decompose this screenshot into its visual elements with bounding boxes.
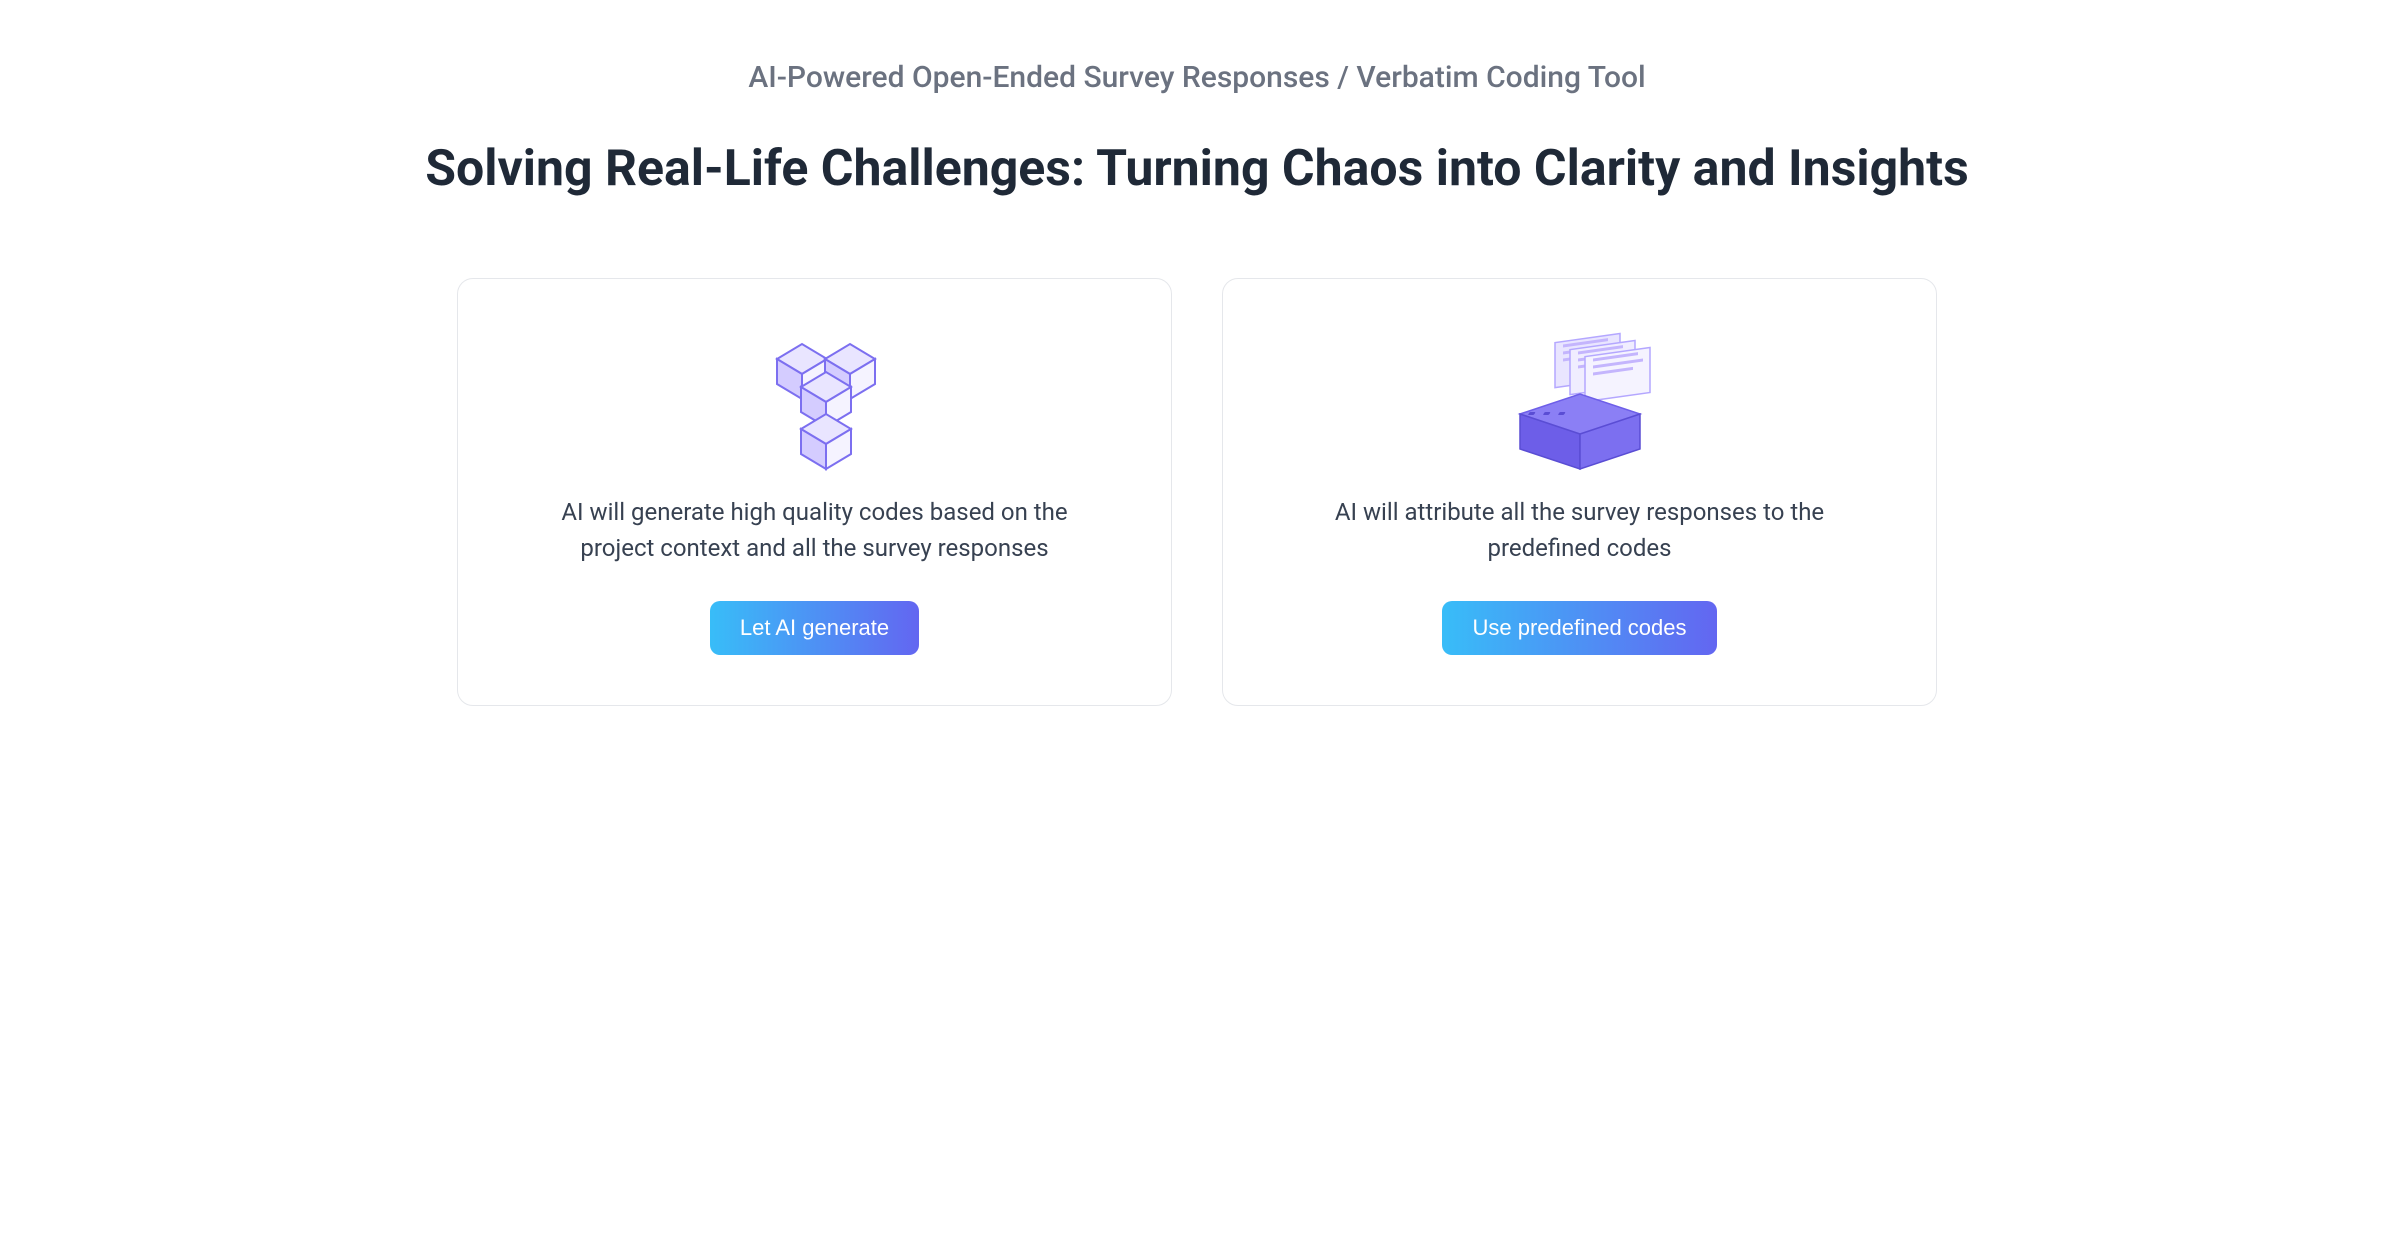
filing-box-icon bbox=[1490, 324, 1670, 474]
page-title: Solving Real-Life Challenges: Turning Ch… bbox=[397, 140, 1997, 198]
cards-container: AI will generate high quality codes base… bbox=[397, 278, 1997, 706]
card-predefined-codes: AI will attribute all the survey respons… bbox=[1222, 278, 1937, 706]
card-description: AI will attribute all the survey respons… bbox=[1300, 494, 1860, 566]
cubes-icon bbox=[735, 324, 895, 474]
page-subtitle: AI-Powered Open-Ended Survey Responses /… bbox=[397, 60, 1997, 95]
let-ai-generate-button[interactable]: Let AI generate bbox=[710, 601, 919, 655]
card-description: AI will generate high quality codes base… bbox=[535, 494, 1095, 566]
use-predefined-codes-button[interactable]: Use predefined codes bbox=[1442, 601, 1716, 655]
card-ai-generate: AI will generate high quality codes base… bbox=[457, 278, 1172, 706]
